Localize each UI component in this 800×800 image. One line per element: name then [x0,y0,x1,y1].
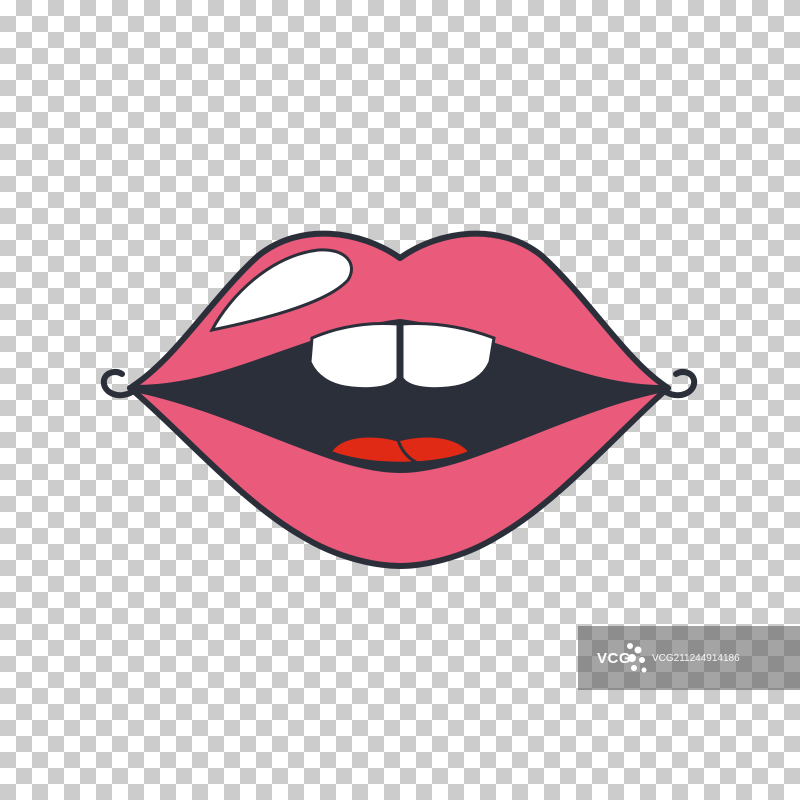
left-corner-curl [100,369,135,399]
right-corner-curl [663,369,698,399]
vcg-logo: VCG [578,626,650,690]
tongue [327,434,473,465]
vcg-watermark: VCG VCG211244914186 [578,626,800,690]
vcg-dots-icon [627,643,647,673]
vcg-image-id: VCG211244914186 [652,652,740,664]
left-tooth [308,322,400,391]
